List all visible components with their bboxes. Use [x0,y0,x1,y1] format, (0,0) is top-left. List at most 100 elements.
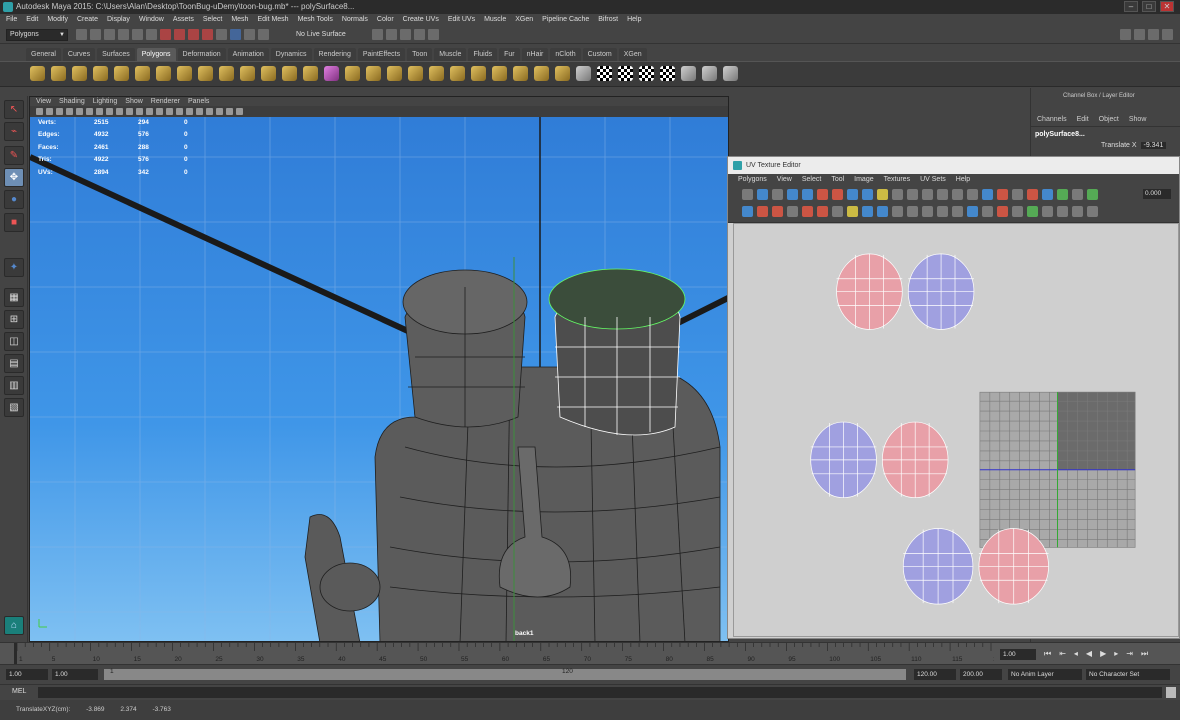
gate-mask-icon[interactable] [106,108,113,115]
vp-menu-panels[interactable]: Panels [188,97,209,106]
dim-image-icon[interactable] [1042,206,1053,217]
select-object-icon[interactable] [132,29,143,40]
playback-start-field[interactable]: 1.00 [52,669,98,680]
paint-select-tool-icon[interactable]: ✎ [4,146,24,165]
uv-menu-select[interactable]: Select [802,174,821,185]
uv-set-icon[interactable] [952,206,963,217]
make-live-icon[interactable] [216,29,227,40]
poly-platonic-icon[interactable] [261,66,276,81]
fill-hole-icon[interactable] [534,66,549,81]
resolution-gate-icon[interactable] [96,108,103,115]
menu-edit-uvs[interactable]: Edit UVs [448,14,475,26]
color-management-icon[interactable] [1027,206,1038,217]
step-forward-key-icon[interactable]: ⇥ [1126,649,1133,659]
align-max-u-icon[interactable] [937,189,948,200]
current-frame-field[interactable]: 1.00 [1000,649,1036,660]
uv-canvas[interactable] [733,223,1179,637]
scale-tool-icon[interactable]: ■ [4,213,24,232]
uv-menu-polygons[interactable]: Polygons [738,174,767,185]
vp-menu-view[interactable]: View [36,97,51,106]
play-forward-icon[interactable]: ▶ [1100,649,1106,659]
bevel-icon[interactable] [492,66,507,81]
move-tool-icon[interactable]: ✥ [4,168,24,187]
move-sew-icon[interactable] [877,189,888,200]
ipr-render-icon[interactable] [400,29,411,40]
safe-title-icon[interactable] [136,108,143,115]
uv-editor-icon[interactable] [681,66,696,81]
shadows-icon[interactable] [196,108,203,115]
script-editor-icon[interactable] [1166,687,1176,698]
sew-uv-icon[interactable] [862,189,873,200]
uv-move-icon[interactable] [757,189,768,200]
image-plane-icon[interactable] [66,108,73,115]
append-polygon-icon[interactable] [513,66,528,81]
convert-faces-icon[interactable] [922,206,933,217]
menu-display[interactable]: Display [107,14,130,26]
playback-end-field[interactable]: 120.00 [914,669,956,680]
menu-muscle[interactable]: Muscle [484,14,506,26]
symmetry-icon[interactable] [244,29,255,40]
flip-v-icon[interactable] [802,189,813,200]
time-slider[interactable]: 1 5 10 15 20 25 30 35 40 45 50 55 60 65 70 75 80 85 90 95 10… [0,642,1180,665]
field-chart-icon[interactable] [116,108,123,115]
modeling-toolkit-icon[interactable] [1120,29,1131,40]
menu-help[interactable]: Help [627,14,641,26]
automatic-mapping-icon[interactable] [660,66,675,81]
flip-u-icon[interactable] [787,189,798,200]
shelf-tab-custom[interactable]: Custom [582,48,617,61]
grid-uv-icon[interactable] [907,189,918,200]
menu-edit[interactable]: Edit [26,14,38,26]
copy-icon[interactable] [1087,206,1098,217]
textured-icon[interactable] [176,108,183,115]
live-surface-field[interactable]: No Live Surface [296,29,346,40]
hypershade-icon[interactable] [428,29,439,40]
align-min-u-icon[interactable] [922,189,933,200]
menu-color[interactable]: Color [377,14,394,26]
smooth-icon[interactable] [324,66,339,81]
step-forward-frame-icon[interactable]: ▸ [1114,649,1118,659]
gamma-icon[interactable] [1012,206,1023,217]
shelf-tab-muscle[interactable]: Muscle [434,48,467,61]
planar-mapping-icon[interactable] [597,66,612,81]
cb-menu-object[interactable]: Object [1099,116,1119,123]
align-max-v-icon[interactable] [967,189,978,200]
select-component-icon[interactable] [146,29,157,40]
menu-set-dropdown[interactable]: Polygons ▼ [6,29,68,41]
menu-create-uvs[interactable]: Create UVs [403,14,439,26]
viewport-scene[interactable] [30,117,729,642]
straighten-icon[interactable] [832,206,843,217]
step-back-frame-icon[interactable]: ◂ [1074,649,1078,659]
menu-create[interactable]: Create [77,14,98,26]
select-shell-icon[interactable] [847,206,858,217]
uv-lattice-icon[interactable] [742,189,753,200]
combine-icon[interactable] [282,66,297,81]
cb-menu-edit[interactable]: Edit [1077,116,1089,123]
uv-menu-tool[interactable]: Tool [831,174,844,185]
render-settings-icon[interactable] [414,29,425,40]
cylindrical-mapping-icon[interactable] [618,66,633,81]
wireframe-on-shaded-icon[interactable] [166,108,173,115]
extract-icon[interactable] [345,66,360,81]
rotate-cw-icon[interactable] [832,189,843,200]
select-camera-icon[interactable] [36,108,43,115]
shelf-tab-general[interactable]: General [26,48,61,61]
menu-file[interactable]: File [6,14,17,26]
separate-icon[interactable] [303,66,318,81]
snap-point-icon[interactable] [188,29,199,40]
boolean-union-icon[interactable] [366,66,381,81]
poly-cube-icon[interactable] [51,66,66,81]
merge-vertices-icon[interactable] [555,66,570,81]
close-button[interactable]: ✕ [1160,1,1174,12]
uv-snapshot-icon[interactable] [982,189,993,200]
shelf-tab-surfaces[interactable]: Surfaces [97,48,135,61]
menu-select[interactable]: Select [203,14,222,26]
menu-assets[interactable]: Assets [173,14,194,26]
view-transform-icon[interactable] [1057,206,1068,217]
display-image-icon[interactable] [997,189,1008,200]
vp-menu-shading[interactable]: Shading [59,97,85,106]
isolate-select-icon[interactable] [206,108,213,115]
uv-smudge-icon[interactable] [772,189,783,200]
render-view-icon[interactable] [372,29,383,40]
vp-menu-show[interactable]: Show [125,97,143,106]
persp-graph-layout-icon[interactable]: ▤ [4,354,24,373]
